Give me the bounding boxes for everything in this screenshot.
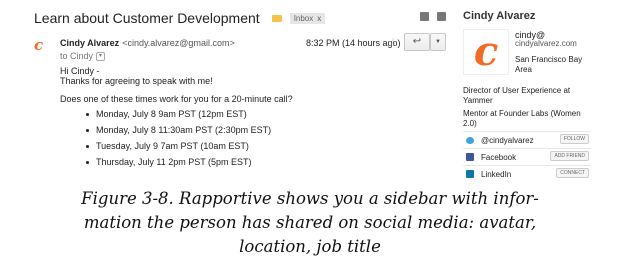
figure-caption: Figure 3-8. Rapportive shows you a sideb… <box>72 187 548 259</box>
important-label-icon[interactable] <box>271 14 282 22</box>
social-row-linkedin: LinkedIn CONNECT <box>463 165 591 182</box>
follow-button[interactable]: FOLLOW <box>559 134 589 144</box>
list-item: Monday, July 8 11:30am PST (2:30pm EST) <box>85 122 271 138</box>
social-row-twitter: @cindyalvarez FOLLOW <box>463 131 591 148</box>
list-item: Tuesday, July 9 7am PST (10am EST) <box>85 138 271 154</box>
question-text: Does one of these times work for you for… <box>60 94 293 104</box>
star-icon[interactable]: ☆ <box>388 36 398 49</box>
email-screenshot: Learn about Customer Development Inbox x… <box>0 0 620 180</box>
connect-button[interactable]: CONNECT <box>556 168 589 178</box>
contact-avatar-letter: c <box>473 28 499 75</box>
more-actions-button[interactable]: ▼ <box>430 33 446 51</box>
inbox-label-chip[interactable]: Inbox x <box>289 12 326 24</box>
caption-line: Figure 3-8. Rapportive shows you a sideb… <box>81 189 539 208</box>
inbox-label: Inbox <box>293 13 314 23</box>
show-details-icon[interactable]: ▾ <box>96 51 106 61</box>
recipient-text: to Cindy <box>60 51 94 61</box>
sender-avatar: c <box>34 36 48 54</box>
facebook-icon <box>466 153 474 161</box>
recipient-line: to Cindy ▾ <box>60 51 106 61</box>
social-row-facebook: Facebook ADD FRIEND <box>463 148 591 165</box>
caption-line: mation the person has shared on social m… <box>83 213 537 232</box>
linkedin-icon <box>466 170 474 178</box>
social-label[interactable]: LinkedIn <box>481 170 511 179</box>
greeting-text: Hi Cindy - <box>60 66 100 76</box>
remove-label-icon[interactable]: x <box>317 14 321 23</box>
list-item: Thursday, July 11 2pm PST (5pm EST) <box>85 154 271 170</box>
social-label[interactable]: @cindyalvarez <box>481 136 534 145</box>
social-links: @cindyalvarez FOLLOW Facebook ADD FRIEND… <box>463 131 591 182</box>
contact-location: San Francisco Bay Area <box>515 55 583 74</box>
message-body: Hi Cindy - Thanks for agreeing to speak … <box>60 66 213 86</box>
reply-icon: ↩ <box>412 36 422 47</box>
caption-line: location, job title <box>239 237 381 256</box>
sender-line: Cindy Alvarez <cindy.alvarez@gmail.com> <box>60 38 235 48</box>
print-icon[interactable] <box>420 12 429 21</box>
contact-domain[interactable]: cindyalvarez.com <box>515 39 577 48</box>
contact-avatar: c <box>463 29 509 75</box>
sender-name[interactable]: Cindy Alvarez <box>60 38 119 48</box>
social-label[interactable]: Facebook <box>481 153 516 162</box>
subject-row: Learn about Customer Development Inbox x <box>34 8 326 28</box>
contact-mentor-role: Mentor at Founder Labs (Women 2.0) <box>463 109 581 128</box>
contact-name: Cindy Alvarez <box>463 10 536 22</box>
chevron-down-icon: ▼ <box>435 39 441 45</box>
sender-email: <cindy.alvarez@gmail.com> <box>122 38 235 48</box>
thread-actions <box>420 12 446 21</box>
list-item: Monday, July 8 9am PST (12pm EST) <box>85 106 271 122</box>
message-timestamp: 8:32 PM (14 hours ago) <box>306 38 401 48</box>
sender-avatar-letter: c <box>34 36 44 54</box>
new-window-icon[interactable] <box>437 12 446 21</box>
thanks-text: Thanks for agreeing to speak with me! <box>60 76 213 86</box>
contact-job-title: Director of User Experience at Yammer <box>463 86 571 105</box>
email-subject: Learn about Customer Development <box>34 10 260 26</box>
reply-button[interactable]: ↩ <box>404 33 430 51</box>
twitter-icon <box>466 136 474 144</box>
add-friend-button[interactable]: ADD FRIEND <box>550 151 589 161</box>
time-options-list: Monday, July 8 9am PST (12pm EST) Monday… <box>85 106 271 170</box>
